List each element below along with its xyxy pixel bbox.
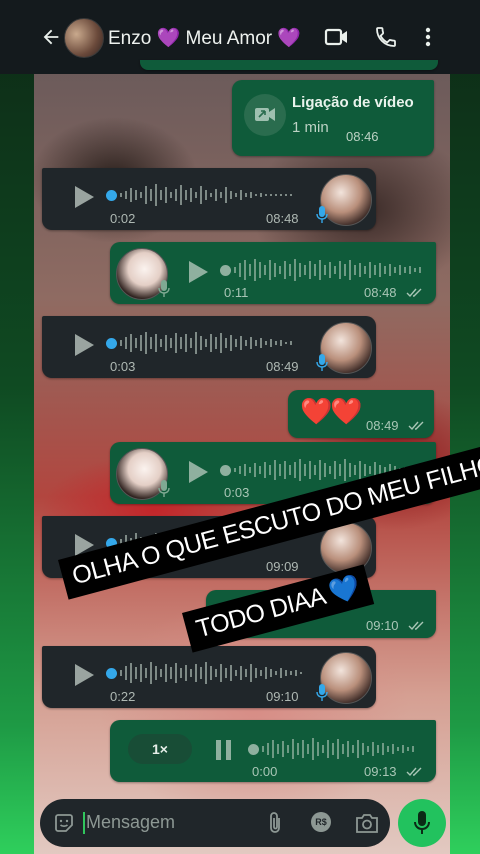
read-ticks-icon xyxy=(408,421,424,431)
voice-duration: 0:03 xyxy=(224,485,250,500)
attachment-icon[interactable] xyxy=(266,811,284,835)
play-icon[interactable] xyxy=(186,259,210,285)
voice-duration: 0:00 xyxy=(252,764,278,779)
text-cursor xyxy=(83,812,85,834)
call-duration: 1 min xyxy=(292,119,329,136)
read-ticks-icon xyxy=(406,288,422,298)
waveform xyxy=(120,184,292,206)
phone-icon[interactable] xyxy=(374,25,398,49)
voice-message[interactable]: 0:22 09:10 xyxy=(42,646,376,708)
message-time: 08:49 xyxy=(366,418,399,433)
message-time: 09:10 xyxy=(366,618,399,633)
mic-badge-icon xyxy=(316,206,328,223)
message-input[interactable]: Mensagem xyxy=(86,812,175,833)
playback-speed-button[interactable]: 1× xyxy=(128,734,192,764)
progress-dot[interactable] xyxy=(106,668,117,679)
progress-dot[interactable] xyxy=(106,338,117,349)
video-call-message[interactable]: Ligação de vídeo 1 min 08:46 xyxy=(232,80,434,156)
waveform xyxy=(120,332,292,354)
message-time: 08:46 xyxy=(346,129,379,144)
back-arrow-icon[interactable] xyxy=(40,26,62,48)
sticker-emoji-icon[interactable] xyxy=(52,811,76,835)
mic-badge-icon xyxy=(158,280,170,297)
progress-dot[interactable] xyxy=(248,744,259,755)
message-time: 09:10 xyxy=(266,689,299,704)
play-icon[interactable] xyxy=(72,662,96,688)
message-input-bar: Mensagem R$ xyxy=(40,799,390,847)
mic-badge-icon xyxy=(316,684,328,701)
message-text: ❤️❤️ xyxy=(300,396,363,426)
message-time: 08:49 xyxy=(266,359,299,374)
waveform xyxy=(262,738,414,760)
more-options-icon[interactable] xyxy=(420,25,436,49)
chat-header: Enzo 💜 Meu Amor 💜 xyxy=(0,8,480,68)
progress-dot[interactable] xyxy=(106,190,117,201)
message-time: 08:48 xyxy=(364,285,397,300)
pause-icon[interactable] xyxy=(214,738,234,762)
video-call-icon[interactable] xyxy=(324,26,350,48)
message-time: 09:13 xyxy=(364,764,397,779)
video-call-badge xyxy=(244,94,286,136)
progress-dot[interactable] xyxy=(220,465,231,476)
progress-dot[interactable] xyxy=(220,265,231,276)
waveform xyxy=(234,259,421,281)
play-icon[interactable] xyxy=(186,459,210,485)
waveform xyxy=(120,662,302,684)
voice-duration: 0:22 xyxy=(110,689,136,704)
voice-duration: 0:11 xyxy=(224,285,249,300)
play-icon[interactable] xyxy=(72,184,96,210)
mic-badge-icon xyxy=(158,480,170,497)
play-icon[interactable] xyxy=(72,332,96,358)
message-time: 08:48 xyxy=(266,211,299,226)
text-message[interactable]: ❤️❤️ 08:49 xyxy=(288,390,434,438)
call-title: Ligação de vídeo xyxy=(292,94,414,111)
camera-icon[interactable] xyxy=(355,812,379,834)
previous-message-edge xyxy=(140,60,438,70)
contact-avatar[interactable] xyxy=(64,18,104,58)
voice-message[interactable]: 0:02 08:48 xyxy=(42,168,376,230)
mic-icon xyxy=(414,811,430,834)
contact-name[interactable]: Enzo 💜 Meu Amor 💜 xyxy=(108,26,301,50)
voice-duration: 0:02 xyxy=(110,211,136,226)
voice-message[interactable]: 0:03 08:49 xyxy=(42,316,376,378)
voice-record-button[interactable] xyxy=(398,799,446,847)
voice-message-playing[interactable]: 1× 0:00 09:13 xyxy=(110,720,436,782)
mic-badge-icon xyxy=(316,354,328,371)
payment-icon[interactable]: R$ xyxy=(311,812,331,832)
missed-video-icon xyxy=(255,108,275,121)
voice-duration: 0:03 xyxy=(110,359,136,374)
read-ticks-icon xyxy=(408,621,424,631)
message-time: 09:09 xyxy=(266,559,299,574)
read-ticks-icon xyxy=(406,767,422,777)
voice-message[interactable]: 0:11 08:48 xyxy=(110,242,436,304)
